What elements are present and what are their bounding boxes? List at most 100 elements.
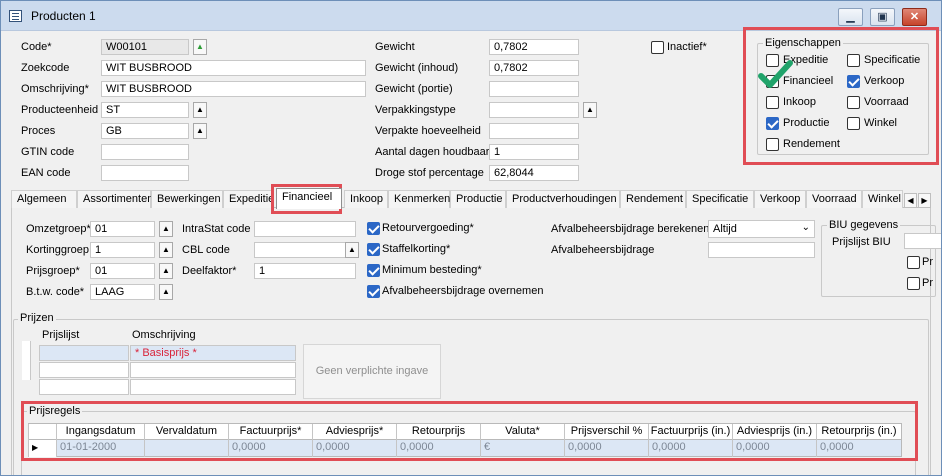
biu-checkbox-1-label: Pr [922,256,933,268]
houdbaar-field[interactable]: 1 [489,144,579,160]
prijsgroep-field[interactable]: 01 [90,263,155,279]
omzetgroep-lookup-icon[interactable]: ▲ [159,221,173,237]
code-label: Code* [21,41,52,53]
prijzen-indicator-column [22,341,31,380]
prijslijst-cell-3[interactable] [39,379,129,395]
tab-productverhoudingen[interactable]: Productverhoudingen [506,190,620,208]
minimum-besteding-label: Minimum besteding* [382,264,482,276]
btw-label: B.t.w. code* [26,286,85,298]
retourvergoeding-label: Retourvergoeding* [382,222,474,234]
minimum-besteding-checkbox[interactable] [367,264,380,277]
afval-berekenen-select[interactable]: Altijd ⌄ [708,220,815,238]
inactief-checkbox[interactable] [651,41,664,54]
code-up-icon[interactable]: ▲ [193,39,207,55]
tab-expeditie[interactable]: Expeditie [223,190,274,208]
tab-winkel[interactable]: Winkel [862,190,903,208]
intrastat-label: IntraStat code [182,223,251,235]
tab-productie[interactable]: Productie [450,190,506,208]
ean-field[interactable] [101,165,189,181]
zoekcode-field[interactable]: WIT BUSBROOD [101,60,366,76]
gtin-label: GTIN code [21,146,75,158]
tab-assortimenten[interactable]: Assortimenten [77,190,153,208]
restore-button[interactable]: ▣ [870,8,895,26]
gewicht-inhoud-label: Gewicht (inhoud) [375,62,459,74]
omschrijving-field[interactable]: WIT BUSBROOD [101,81,366,97]
tab-verkoop[interactable]: Verkoop [754,190,806,208]
afval-field[interactable] [708,242,815,258]
btw-lookup-icon[interactable]: ▲ [159,284,173,300]
gewicht-portie-field[interactable] [489,81,579,97]
verpakte-hoeveelheid-label: Verpakte hoeveelheid [375,125,481,137]
retourvergoeding-checkbox[interactable] [367,222,380,235]
prijslijst-cell-1[interactable] [39,345,129,361]
afval-overnemen-checkbox[interactable] [367,285,380,298]
afval-overnemen-label: Afvalbeheersbijdrage overnemen [382,285,544,297]
deelfaktor-label: Deelfaktor* [182,265,237,277]
droge-stof-field[interactable]: 62,8044 [489,165,579,181]
producteenheid-lookup-icon[interactable]: ▲ [193,102,207,118]
code-field[interactable]: W00101 [101,39,189,55]
tab-inkoop[interactable]: Inkoop [344,190,388,208]
tab-voorraad[interactable]: Voorraad [806,190,862,208]
prijslijst-cell-2[interactable] [39,362,129,378]
houdbaar-label: Aantal dagen houdbaar [375,146,490,158]
omzetgroep-label: Omzetgroep* [26,223,91,235]
biu-checkbox-2[interactable] [907,277,920,290]
deelfaktor-field[interactable]: 1 [254,263,356,279]
tab-financieel[interactable]: Financieel [276,188,342,209]
prijslijst-header: Prijslijst [42,329,80,341]
prijsgroep-label: Prijsgroep* [26,265,80,277]
close-button[interactable]: ✕ [902,8,927,26]
omschrijving-cell-3[interactable] [130,379,296,395]
omschrijving-cell-2[interactable] [130,362,296,378]
gewicht-inhoud-field[interactable]: 0,7802 [489,60,579,76]
biu-checkbox-2-label: Pr [922,277,933,289]
geen-verplichte-ingave-button[interactable]: Geen verplichte ingave [303,344,441,399]
kortinggroep-lookup-icon[interactable]: ▲ [159,242,173,258]
cbl-lookup-icon[interactable]: ▲ [345,242,359,258]
tab-algemeen[interactable]: Algemeen [11,190,77,208]
tab-rendement[interactable]: Rendement [620,190,686,208]
inactief-label: Inactief* [667,41,707,53]
verpakkingstype-lookup-icon[interactable]: ▲ [583,102,597,118]
tab-scroll-left-icon[interactable]: ◀ [904,193,917,208]
producteenheid-label: Producteenheid [21,104,99,116]
gewicht-field[interactable]: 0,7802 [489,39,579,55]
biu-checkbox-1[interactable] [907,256,920,269]
window-list-icon [9,10,22,22]
tab-kenmerken[interactable]: Kenmerken [388,190,450,208]
omzetgroep-field[interactable]: 01 [90,221,155,237]
proces-field[interactable]: GB [101,123,189,139]
tab-scroll-right-icon[interactable]: ▶ [918,193,931,208]
chevron-down-icon: ⌄ [801,222,810,233]
prijslijst-biu-label: Prijslijst BIU [832,236,891,248]
product-window: Producten 1 ▁ ▣ ✕ Code* W00101 ▲ Zoekcod… [0,0,942,476]
afval-berekenen-value: Altijd [713,223,737,235]
minimize-button[interactable]: ▁ [838,8,863,26]
gewicht-portie-label: Gewicht (portie) [375,83,453,95]
prijslijst-biu-field[interactable] [904,233,941,249]
prijzen-title: Prijzen [18,312,56,324]
cbl-field[interactable] [254,242,356,258]
tab-specificatie[interactable]: Specificatie [686,190,754,208]
ean-label: EAN code [21,167,71,179]
btw-field[interactable]: LAAG [90,284,155,300]
gtin-field[interactable] [101,144,189,160]
verpakkingstype-field[interactable] [489,102,579,118]
staffelkorting-checkbox[interactable] [367,243,380,256]
proces-lookup-icon[interactable]: ▲ [193,123,207,139]
intrastat-field[interactable] [254,221,356,237]
kortinggroep-field[interactable]: 1 [90,242,155,258]
prijsgroep-lookup-icon[interactable]: ▲ [159,263,173,279]
zoekcode-label: Zoekcode [21,62,70,74]
tab-bar: Algemeen Assortimenten Bewerkingen Exped… [11,188,921,209]
omschrijving-cell-1[interactable]: * Basisprijs * [130,345,296,361]
producteenheid-field[interactable]: ST [101,102,189,118]
prijsregels-highlight [21,401,918,461]
tab-bewerkingen[interactable]: Bewerkingen [151,190,223,208]
omschrijving-label: Omschrijving* [21,83,89,95]
verpakte-hoeveelheid-field[interactable] [489,123,579,139]
omschrijving-header: Omschrijving [132,329,196,341]
afval-berekenen-label: Afvalbeheersbijdrage berekenen [551,223,710,235]
droge-stof-label: Droge stof percentage [375,167,484,179]
